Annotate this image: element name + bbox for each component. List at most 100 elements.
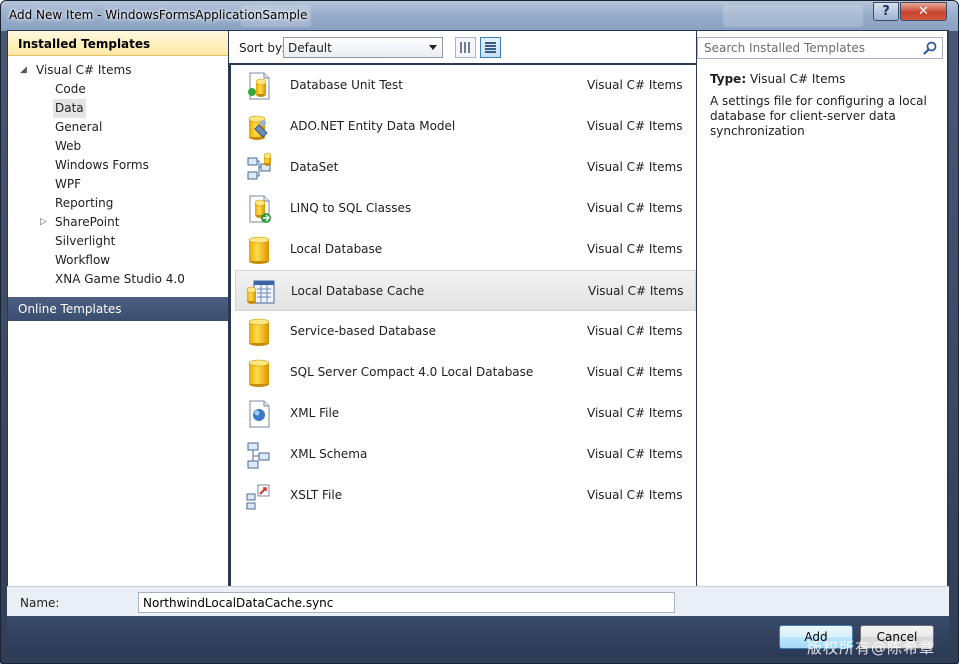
tree-item-label: Visual C# Items (36, 63, 132, 77)
template-row[interactable]: XML Schema Visual C# Items (231, 434, 696, 475)
template-category: Visual C# Items (587, 201, 683, 215)
template-name: Database Unit Test (290, 78, 403, 92)
window-title: Add New Item - WindowsFormsApplicationSa… (9, 8, 308, 22)
tree-item-label: Workflow (55, 253, 111, 267)
left-panel-empty-area (8, 321, 228, 586)
template-row[interactable]: ADO.NET Entity Data Model Visual C# Items (231, 106, 696, 147)
name-label: Name: (20, 596, 60, 610)
dialog-client-area: Installed Templates ◢ Visual C# Items Code… (7, 30, 949, 586)
template-name: Service-based Database (290, 324, 436, 338)
template-name: SQL Server Compact 4.0 Local Database (290, 365, 534, 379)
template-name: DataSet (290, 160, 339, 174)
tree-item-label: Silverlight (55, 234, 116, 248)
template-category: Visual C# Items (587, 447, 683, 461)
tree-item[interactable]: Web (8, 137, 228, 156)
tree-item[interactable]: Reporting (8, 194, 228, 213)
name-bar: Name: (7, 586, 949, 616)
list-view-button[interactable] (480, 37, 501, 58)
tree-item[interactable]: Windows Forms (8, 156, 228, 175)
sort-toolbar: Sort by: Default (229, 31, 696, 63)
tree-item-label: XNA Game Studio 4.0 (55, 272, 185, 286)
template-row[interactable]: DataSet Visual C# Items (231, 147, 696, 188)
chevron-down-icon (429, 45, 437, 50)
installed-templates-label: Installed Templates (18, 37, 151, 51)
template-row[interactable]: Local Database Visual C# Items (231, 229, 696, 270)
template-category: Visual C# Items (587, 324, 683, 338)
name-input[interactable] (138, 592, 675, 613)
xml-file-icon (249, 400, 270, 428)
tree-item[interactable]: WPF (8, 175, 228, 194)
close-button[interactable]: ✕ (900, 2, 947, 21)
template-row[interactable]: Local Database Cache Visual C# Items (235, 270, 696, 311)
search-input[interactable] (698, 38, 918, 58)
type-value: Visual C# Items (749, 72, 846, 86)
tree-item-label: Reporting (55, 196, 114, 210)
title-bar-reflection (723, 5, 863, 27)
search-box[interactable] (697, 37, 943, 59)
tree-item[interactable]: ▷ SharePoint (8, 213, 228, 232)
sort-by-label: Sort by: (239, 41, 286, 55)
template-category: Visual C# Items (588, 284, 684, 298)
template-row[interactable]: Database Unit Test Visual C# Items (231, 65, 696, 106)
template-name: Local Database Cache (291, 284, 425, 298)
template-category-panel: Installed Templates ◢ Visual C# Items Code… (8, 31, 228, 586)
dataset-icon (247, 152, 272, 180)
tree-item-label: SharePoint (55, 215, 120, 229)
template-row[interactable]: Service-based Database Visual C# Items (231, 311, 696, 352)
template-name: Local Database (290, 242, 383, 256)
database-icon (248, 236, 270, 264)
tree-item-label: Windows Forms (55, 158, 149, 172)
template-name: XML Schema (290, 447, 368, 461)
template-category: Visual C# Items (587, 160, 683, 174)
template-list: Database Unit Test Visual C# Items ADO.NE… (231, 65, 696, 586)
tree-collapsed-arrow-icon[interactable]: ▷ (40, 213, 47, 232)
tree-item-label: General (55, 120, 103, 134)
list-view-icon (485, 42, 496, 53)
template-name: XML File (290, 406, 340, 420)
template-row[interactable]: XML File Visual C# Items (231, 393, 696, 434)
tree-item[interactable]: ◢ Visual C# Items (8, 61, 228, 80)
tree-item[interactable]: XNA Game Studio 4.0 (8, 270, 228, 289)
watermark-text: 版权所有@陈希章 (807, 639, 936, 657)
tree-item[interactable]: General (8, 118, 228, 137)
database-icon (248, 359, 270, 387)
template-row[interactable]: LINQ to SQL Classes Visual C# Items (231, 188, 696, 229)
template-category: Visual C# Items (587, 365, 683, 379)
help-button[interactable]: ? (873, 2, 899, 21)
xslt-file-icon (246, 484, 270, 510)
template-details-panel: Type: Visual C# Items A settings file fo… (697, 31, 947, 586)
template-row[interactable]: SQL Server Compact 4.0 Local Database Vis… (231, 352, 696, 393)
template-category: Visual C# Items (587, 242, 683, 256)
search-icon[interactable] (922, 40, 938, 56)
tree-item-label: Data (53, 99, 86, 118)
database-unit-test-icon (248, 72, 270, 100)
tree-item[interactable]: Code (8, 80, 228, 99)
sort-by-value: Default (288, 41, 332, 55)
template-row[interactable]: XSLT File Visual C# Items (231, 475, 696, 516)
template-type: Type: Visual C# Items (710, 72, 845, 86)
online-templates-label: Online Templates (18, 302, 122, 316)
linq-to-sql-icon (249, 195, 271, 223)
tree-item[interactable]: Silverlight (8, 232, 228, 251)
template-name: ADO.NET Entity Data Model (290, 119, 456, 133)
sort-by-dropdown[interactable]: Default (283, 37, 443, 58)
tree-item[interactable]: Data (8, 99, 228, 118)
xml-schema-icon (247, 442, 270, 469)
template-description: A settings file for configuring a local … (710, 94, 927, 138)
tree-expanded-arrow-icon[interactable]: ◢ (20, 61, 27, 80)
template-category: Visual C# Items (587, 488, 683, 502)
grid-view-icon (460, 42, 471, 53)
tree-item[interactable]: Workflow (8, 251, 228, 270)
template-name: XSLT File (290, 488, 343, 502)
tree-item-label: Web (55, 139, 82, 153)
entity-data-model-icon (248, 115, 268, 140)
template-category: Visual C# Items (587, 119, 683, 133)
small-icons-view-button[interactable] (455, 37, 476, 58)
title-bar[interactable]: Add New Item - WindowsFormsApplicationSa… (1, 1, 958, 31)
tree-item-label: WPF (55, 177, 82, 191)
type-label: Type: (710, 72, 747, 86)
installed-templates-header[interactable]: Installed Templates (8, 31, 228, 56)
template-name: LINQ to SQL Classes (290, 201, 412, 215)
tree-item-label: Code (55, 82, 86, 96)
online-templates-header[interactable]: Online Templates (8, 297, 228, 321)
